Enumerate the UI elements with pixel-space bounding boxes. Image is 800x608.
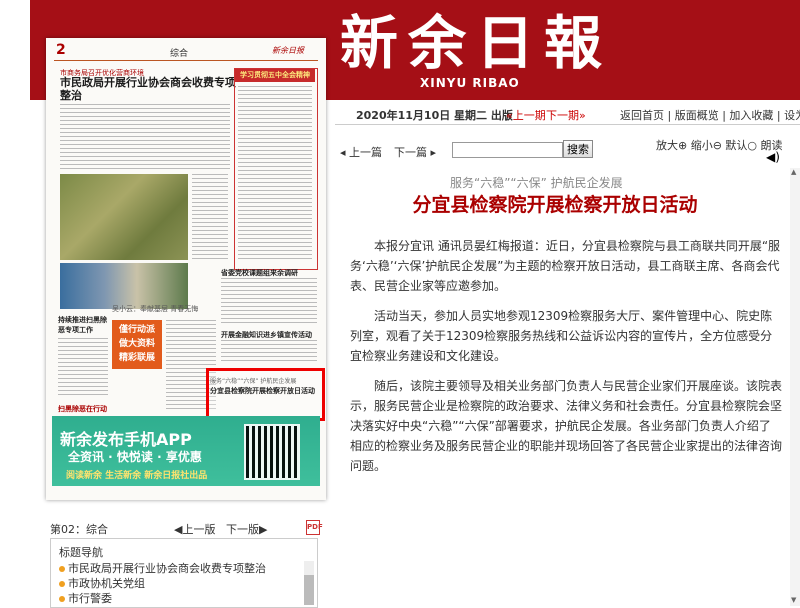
title-nav-item[interactable]: 市行警委 xyxy=(59,591,299,606)
paper-section-name: 综合 xyxy=(170,49,189,59)
paper-masthead-small: 新余日报 xyxy=(272,46,304,55)
speaker-icon[interactable]: ◀) xyxy=(766,150,780,164)
app-ad-footer: 阅读新余 生活新余 新余日报社出品 xyxy=(66,471,208,481)
qr-code-icon xyxy=(244,424,300,480)
top-links[interactable]: 返回首页 | 版面概览 | 加入收藏 | 设为首页 xyxy=(620,107,800,123)
title-navigation-header: 标题导航 xyxy=(59,546,103,559)
paper-text-block xyxy=(238,86,312,262)
bullet-icon xyxy=(59,566,65,572)
paper-text-block xyxy=(60,104,230,172)
issue-date: 2020年11月10日 星期二 出版 xyxy=(356,109,513,122)
title-nav-item[interactable]: 市政协机关党组 xyxy=(59,576,299,591)
scroll-up-arrow-icon[interactable]: ▲ xyxy=(791,168,796,176)
prev-page-link[interactable]: ◀上一版 xyxy=(174,521,215,537)
newspaper-page-thumbnail[interactable]: 2 综合 新余日报 市商务局召开优化营商环境 市民政局开展行业协会商会收费专项整… xyxy=(46,38,326,500)
paper-text-block xyxy=(221,340,317,364)
zoom-controls[interactable]: 放大⊕ 缩小⊖ 默认○ 朗读 xyxy=(656,137,783,153)
masthead-logo[interactable]: 新余日報 xyxy=(340,8,612,78)
app-ad-subtitle: 全资讯 · 快悦读 · 享优惠 xyxy=(68,450,202,464)
scroll-down-arrow-icon[interactable]: ▼ xyxy=(791,596,796,604)
next-page-link[interactable]: 下一版▶ xyxy=(226,521,267,537)
search-button[interactable]: 搜索 xyxy=(563,140,593,158)
app-ad-title: 新余发布手机APP xyxy=(60,430,192,449)
title-navigation-list: 市民政局开展行业协会商会收费专项整治 市政协机关党组 市行警委 xyxy=(59,561,299,606)
paper-text-block xyxy=(192,174,228,262)
highlight-title[interactable]: 分宜县检察院开展检察开放日活动 xyxy=(210,386,315,396)
paper-orange-ad-box: 僅行动派 做大资料 精彩联展 xyxy=(112,320,162,369)
page-label: 第02：综合 xyxy=(50,523,108,536)
paper-article-title[interactable]: 持续推进扫黑除恶专项工作 xyxy=(58,315,108,335)
bullet-icon xyxy=(59,596,65,602)
paper-article-title[interactable]: 开展金融知识进乡镇宣传活动 xyxy=(221,330,312,340)
pdf-icon[interactable]: PDF xyxy=(306,520,323,535)
divider xyxy=(335,124,800,125)
paper-article-title[interactable]: 扫黑除恶在行动 xyxy=(58,404,107,414)
masthead-pinyin: XINYU RIBAO xyxy=(420,76,520,90)
title-navigation-panel: 标题导航 市民政局开展行业协会商会收费专项整治 市政协机关党组 市行警委 xyxy=(50,538,318,608)
article-body: 本报分宜讯 通讯员晏红梅报道：近日，分宜县检察院与县工商联共同开展“服务‘六稳’… xyxy=(350,236,782,486)
next-issue-link[interactable]: 下一期» xyxy=(546,107,586,123)
article-paragraph: 随后，该院主要领导及相关业务部门负责人与民营企业家们开展座谈。该院表示，服务民营… xyxy=(350,379,783,473)
article-headline: 分宜县检察院开展检察开放日活动 xyxy=(412,194,698,216)
article-kicker: 服务“六稳”“六保” 护航民企发展 xyxy=(450,176,623,190)
paper-photo-people[interactable] xyxy=(60,263,188,309)
article-scrollbar[interactable] xyxy=(790,168,800,606)
prev-issue-link[interactable]: «上一期 xyxy=(506,107,546,123)
paper-page-number: 2 xyxy=(56,42,66,58)
highlight-kicker: 服务“六稳”“六保” 护航民企发展 xyxy=(210,378,297,385)
search-input[interactable] xyxy=(452,142,563,158)
paper-red-column-bar: 学习贯彻五中全会精神 xyxy=(235,69,315,82)
article-paragraph: 活动当天，参加人员实地参观12309检察服务大厅、案件管理中心、院史陈列室，观看… xyxy=(350,309,773,363)
paper-article-title[interactable]: 省委党校课题组来余调研 xyxy=(221,268,298,278)
article-paragraph: 本报分宜讯 通讯员晏红梅报道：近日，分宜县检察院与县工商联共同开展“服务‘六稳’… xyxy=(350,239,781,293)
paper-photo-field[interactable] xyxy=(60,174,188,260)
paper-caption: 吴小云：奉献基层 青春无悔 xyxy=(112,305,199,313)
bullet-icon xyxy=(59,581,65,587)
next-article-link[interactable]: 下一篇 ▸ xyxy=(394,144,436,160)
prev-article-link[interactable]: ◂ 上一篇 xyxy=(340,144,382,160)
paper-lead-headline[interactable]: 市民政局开展行业协会商会收费专项整治 xyxy=(60,76,236,102)
paper-text-block xyxy=(58,338,108,398)
title-nav-item[interactable]: 市民政局开展行业协会商会收费专项整治 xyxy=(59,561,299,576)
paper-text-block xyxy=(221,278,317,326)
title-nav-scroll-thumb[interactable] xyxy=(304,575,314,605)
